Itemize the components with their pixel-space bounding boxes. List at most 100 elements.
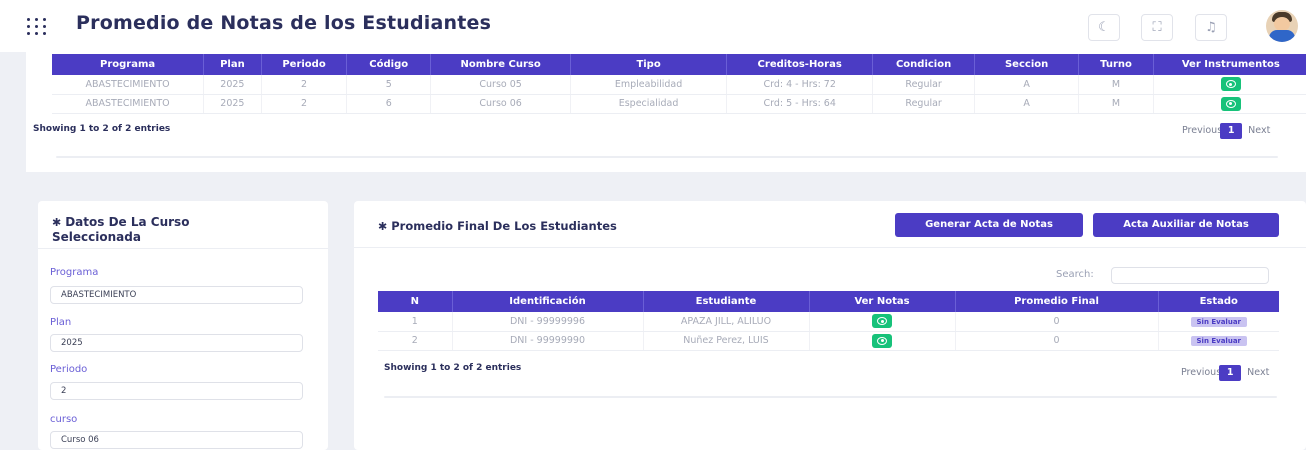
col-seccion[interactable]: Seccion [974,54,1080,75]
courses-card: Programa Plan Periodo Código Nombre Curs… [26,52,1306,172]
eye-icon[interactable] [1220,96,1241,111]
cell-promedio-final: 0 [955,331,1159,351]
table-row: 1 DNI - 99999996 APAZA JILL, ALILUO 0 Si… [378,312,1279,332]
cell-codigo: 5 [346,75,432,95]
programa-label: Programa [50,267,99,278]
col-periodo[interactable]: Periodo [261,54,348,75]
cell-ver-notas [809,312,956,332]
cell-turno: M [1078,75,1154,95]
page-title: Promedio de Notas de los Estudiantes [76,12,492,34]
final-grades-table: N Identificación Estudiante Ver Notas Pr… [378,291,1279,351]
col-promedio-final[interactable]: Promedio Final [955,291,1159,312]
cell-estudiante: APAZA JILL, ALILUO [643,312,810,332]
generar-acta-button[interactable]: Generar Acta de Notas [895,213,1083,237]
page-1-button[interactable]: 1 [1220,123,1243,139]
plan-field[interactable]: 2025 [50,334,303,352]
col-codigo[interactable]: Código [346,54,432,75]
cell-tipo: Empleabilidad [570,75,727,95]
fullscreen-icon[interactable]: ⛶ [1141,14,1173,41]
grades-showing-text: Showing 1 to 2 of 2 entries [384,363,522,373]
eye-icon[interactable] [1220,77,1241,92]
courses-pagination: Previous 1 Next [1182,123,1270,139]
search-input[interactable] [1111,267,1269,284]
cell-condicion: Regular [872,94,975,114]
final-grades-card: ✱ Promedio Final De Los Estudiantes Gener… [354,201,1306,450]
cell-n: 2 [378,331,453,351]
courses-table-header: Programa Plan Periodo Código Nombre Curs… [52,54,1306,75]
menu-dots-icon[interactable] [27,18,49,36]
cell-plan: 2025 [203,75,262,95]
previous-link[interactable]: Previous [1181,367,1221,378]
next-link[interactable]: Next [1248,125,1270,136]
status-badge: Sin Evaluar [1190,336,1247,346]
cell-promedio-final: 0 [955,312,1159,332]
previous-link[interactable]: Previous [1182,125,1222,136]
moon-icon[interactable]: ☾ [1088,14,1120,41]
eye-icon[interactable] [872,314,892,329]
cell-n: 1 [378,312,453,332]
search-label: Search: [1056,269,1094,280]
table-row: ABASTECIMIENTO 2025 2 6 Curso 06 Especia… [52,94,1306,114]
cell-seccion: A [974,94,1080,114]
cell-periodo: 2 [261,94,348,114]
cell-plan: 2025 [203,94,262,114]
col-turno[interactable]: Turno [1078,54,1154,75]
course-data-title: Datos De La Curso Seleccionada [52,215,190,244]
courses-showing-text: Showing 1 to 2 of 2 entries [33,124,171,134]
col-identificacion[interactable]: Identificación [452,291,644,312]
top-bar: Promedio de Notas de los Estudiantes ☾ ⛶… [0,0,1306,52]
periodo-label: Periodo [50,364,88,375]
horizontal-scrollbar[interactable] [384,396,1277,398]
cell-nombre-curso: Curso 06 [430,94,572,114]
col-ver-instrumentos[interactable]: Ver Instrumentos [1153,54,1306,75]
cell-seccion: A [974,75,1080,95]
final-grades-table-header: N Identificación Estudiante Ver Notas Pr… [378,291,1279,312]
course-data-card: ✱ Datos De La Curso Seleccionada Programa… [38,201,328,450]
cell-tipo: Especialidad [570,94,727,114]
col-tipo[interactable]: Tipo [570,54,727,75]
bell-icon[interactable]: ♫ [1195,14,1227,41]
cell-ver-instrumentos [1153,94,1306,114]
cell-programa: ABASTECIMIENTO [52,94,205,114]
cell-codigo: 6 [346,94,432,114]
acta-auxiliar-button[interactable]: Acta Auxiliar de Notas [1093,213,1279,237]
cell-identificacion: DNI - 99999990 [452,331,644,351]
cell-identificacion: DNI - 99999996 [452,312,644,332]
user-avatar[interactable] [1266,10,1298,42]
col-n[interactable]: N [378,291,453,312]
cell-ver-instrumentos [1153,75,1306,95]
cell-nombre-curso: Curso 05 [430,75,572,95]
cell-creditos-horas: Crd: 4 - Hrs: 72 [726,75,874,95]
plan-label: Plan [50,317,72,328]
col-estado[interactable]: Estado [1158,291,1279,312]
col-plan[interactable]: Plan [203,54,262,75]
horizontal-scrollbar[interactable] [56,156,1278,158]
curso-label: curso [50,414,78,425]
col-nombre-curso[interactable]: Nombre Curso [430,54,572,75]
col-creditos-horas[interactable]: Creditos-Horas [726,54,874,75]
cell-estado: Sin Evaluar [1158,312,1279,332]
status-badge: Sin Evaluar [1190,316,1247,327]
col-condicion[interactable]: Condicion [872,54,975,75]
gear-icon: ✱ [52,216,62,229]
page-1-button[interactable]: 1 [1219,365,1242,381]
cell-turno: M [1078,94,1154,114]
col-programa[interactable]: Programa [52,54,205,75]
cell-creditos-horas: Crd: 5 - Hrs: 64 [726,94,874,114]
col-ver-notas[interactable]: Ver Notas [809,291,956,312]
curso-field[interactable]: Curso 06 [50,431,303,449]
courses-table: Programa Plan Periodo Código Nombre Curs… [52,54,1306,114]
final-grades-title: Promedio Final De Los Estudiantes [391,219,617,233]
eye-icon[interactable] [872,333,892,348]
programa-field[interactable]: ABASTECIMIENTO [50,286,303,304]
grades-pagination: Previous 1 Next [1181,365,1269,381]
cell-ver-notas [809,331,956,351]
cell-condicion: Regular [872,75,975,95]
next-link[interactable]: Next [1247,367,1269,378]
cell-programa: ABASTECIMIENTO [52,75,205,95]
periodo-field[interactable]: 2 [50,382,303,400]
col-estudiante[interactable]: Estudiante [643,291,810,312]
cell-estado: Sin Evaluar [1158,331,1279,351]
cell-estudiante: Nuñez Perez, LUIS [643,331,810,351]
gear-icon: ✱ [378,220,388,233]
